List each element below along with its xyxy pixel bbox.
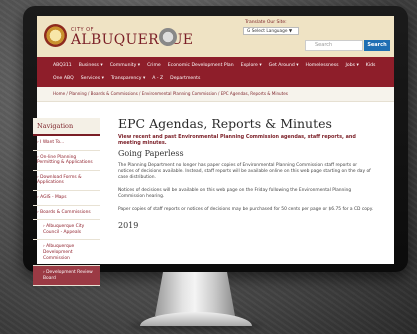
nav-item-economic-plan[interactable]: Economic Development Plan <box>168 63 234 68</box>
sidebar-item-development-review-board[interactable]: › Development Review Board <box>33 266 100 287</box>
nav-item-departments[interactable]: Departments <box>170 76 200 81</box>
nav-item-services[interactable]: Services ▾ <box>81 76 104 81</box>
nav-item-get-around[interactable]: Get Around ▾ <box>269 63 299 68</box>
sidebar-navigation: Navigation › I Want To... › On-line Plan… <box>33 118 100 287</box>
sidebar-item-city-council-appeals[interactable]: › Albuquerque City Council - Appeals <box>33 220 100 241</box>
search-button[interactable]: Search <box>364 40 390 51</box>
sidebar-item-i-want-to[interactable]: › I Want To... <box>33 136 100 151</box>
sidebar-item-development-commission[interactable]: › Albuquerque Development Commission <box>33 240 100 267</box>
sidebar-item-download-forms[interactable]: › Download Forms & Applications <box>33 171 100 191</box>
year-heading[interactable]: 2019 <box>118 221 374 230</box>
nav-row-secondary: One ABQ Services ▾ Transparency ▾ A - Z … <box>53 76 200 81</box>
nav-item-crime[interactable]: Crime <box>147 63 161 68</box>
nav-item-transparency[interactable]: Transparency ▾ <box>111 76 145 81</box>
monitor-frame: CITY OF ALBUQUERQUE Translate Our Site: … <box>23 6 408 287</box>
sidebar-item-boards-commissions[interactable]: › Boards & Commissions <box>33 206 100 221</box>
lead-text: View recent and past Environmental Plann… <box>118 134 356 146</box>
monitor-stand-neck <box>155 272 235 316</box>
main-content: EPC Agendas, Reports & Minutes View rece… <box>118 116 374 230</box>
nav-item-jobs[interactable]: Jobs ▾ <box>346 63 359 68</box>
main-nav: ABQ311 Business ▾ Community ▾ Crime Econ… <box>37 57 394 87</box>
city-seal-icon[interactable] <box>44 24 67 47</box>
nav-item-community[interactable]: Community ▾ <box>110 63 140 68</box>
nav-item-homelessness[interactable]: Homelessness <box>306 63 339 68</box>
sidebar-item-online-permitting[interactable]: › On-line Planning Permitting & Applicat… <box>33 151 100 171</box>
nav-item-kids[interactable]: Kids <box>366 63 376 68</box>
breadcrumb[interactable]: Home / Planning / Boards & Commissions /… <box>37 87 394 102</box>
paragraph-paper-copies: Paper copies of staff reports or notices… <box>118 207 374 213</box>
translate-label: Translate Our Site: <box>245 20 287 25</box>
paragraph-notices: Notices of decisions will be available o… <box>118 188 352 200</box>
page-title: EPC Agendas, Reports & Minutes <box>118 116 332 131</box>
nav-item-a-z[interactable]: A - Z <box>152 76 163 81</box>
site-header: CITY OF ALBUQUERQUE Translate Our Site: … <box>37 16 394 57</box>
nav-item-explore[interactable]: Explore ▾ <box>241 63 262 68</box>
nav-row-primary: ABQ311 Business ▾ Community ▾ Crime Econ… <box>53 63 375 68</box>
search-input[interactable]: Search <box>305 40 363 51</box>
nav-item-abq311[interactable]: ABQ311 <box>53 63 72 68</box>
paragraph-paperless: The Planning Department no longer has pa… <box>118 163 371 181</box>
nav-item-one-abq[interactable]: One ABQ <box>53 76 74 81</box>
language-select[interactable]: G Select Language ▼ <box>243 27 299 35</box>
section-heading: Going Paperless <box>118 149 184 158</box>
medallion-icon <box>159 28 177 46</box>
sidebar-item-agis-maps[interactable]: › AGIS - Maps <box>33 191 100 206</box>
sidebar-title: Navigation <box>33 118 100 136</box>
nav-item-business[interactable]: Business ▾ <box>79 63 103 68</box>
